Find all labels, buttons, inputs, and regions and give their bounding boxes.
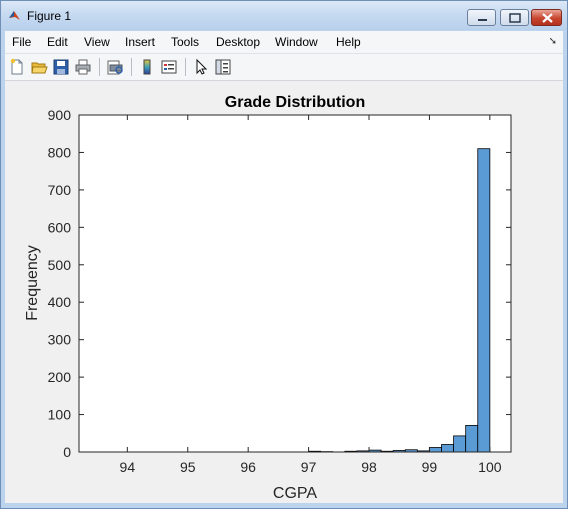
toolbar-separator	[99, 58, 100, 76]
matlab-logo-icon	[9, 11, 20, 20]
dock-arrow-icon[interactable]: ➘	[549, 36, 557, 47]
x-axis-label: CGPA	[273, 485, 317, 502]
x-tick-label: 98	[361, 459, 377, 475]
toolbar-separator	[185, 58, 186, 76]
window-title: Figure 1	[27, 9, 72, 23]
maximize-icon	[509, 13, 521, 23]
y-tick-label: 300	[48, 332, 72, 348]
minimize-button[interactable]	[467, 9, 496, 26]
insert-colorbar-icon[interactable]	[138, 58, 156, 76]
menu-desktop[interactable]: Desktop	[216, 35, 260, 49]
y-tick-label: 800	[48, 144, 72, 160]
menu-file[interactable]: File	[12, 35, 31, 49]
y-tick-label: 100	[48, 407, 72, 423]
menu-tools[interactable]: Tools	[171, 35, 199, 49]
y-tick-label: 600	[48, 219, 72, 235]
menu-view[interactable]: View	[84, 35, 110, 49]
figure-canvas: 94 95 96 97 98 99 100 0 100 200 300 400 500 600 700 80…	[5, 81, 563, 503]
y-tick-label: 500	[48, 257, 72, 273]
x-tick-label: 99	[422, 459, 438, 475]
edit-plot-pointer-icon[interactable]	[192, 58, 210, 76]
title-bar[interactable]: Figure 1	[1, 1, 567, 30]
maximize-button[interactable]	[500, 9, 529, 26]
chart-title: Grade Distribution	[225, 94, 365, 111]
histogram-bar	[453, 435, 467, 453]
close-icon	[542, 13, 553, 23]
y-tick-label: 400	[48, 294, 72, 310]
y-tick-label: 200	[48, 369, 72, 385]
close-button[interactable]	[531, 9, 562, 26]
menu-bar: File Edit View Insert Tools Desktop Wind…	[5, 31, 563, 54]
histogram-chart[interactable]: 94 95 96 97 98 99 100 0 100 200 300 400 500 600 700 80…	[5, 81, 563, 503]
y-tick-label: 0	[63, 444, 71, 460]
histogram-bar	[441, 444, 455, 453]
y-tick-label: 700	[48, 182, 72, 198]
histogram-bar	[465, 425, 479, 453]
open-file-icon[interactable]	[30, 58, 48, 76]
menu-insert[interactable]: Insert	[125, 35, 155, 49]
new-figure-icon[interactable]	[8, 58, 26, 76]
axes-background	[79, 115, 511, 452]
toolbar	[5, 54, 563, 81]
minimize-icon	[478, 19, 487, 21]
menu-help[interactable]: Help	[336, 35, 361, 49]
save-icon[interactable]	[52, 58, 70, 76]
x-tick-label: 100	[478, 459, 502, 475]
insert-legend-icon[interactable]	[160, 58, 178, 76]
x-tick-label: 95	[180, 459, 196, 475]
x-tick-label: 94	[120, 459, 136, 475]
menu-edit[interactable]: Edit	[47, 35, 68, 49]
x-tick-label: 97	[301, 459, 317, 475]
print-preview-icon[interactable]	[106, 58, 124, 76]
y-tick-label: 900	[48, 107, 72, 123]
property-inspector-icon[interactable]	[214, 58, 232, 76]
print-icon[interactable]	[74, 58, 92, 76]
histogram-bar	[477, 148, 491, 453]
histogram-bar	[429, 447, 442, 453]
toolbar-separator	[131, 58, 132, 76]
x-tick-label: 96	[240, 459, 256, 475]
y-axis-label: Frequency	[24, 245, 41, 321]
figure-window: Figure 1 File Edit View Insert Tools Des…	[0, 0, 568, 509]
menu-window[interactable]: Window	[275, 35, 318, 49]
